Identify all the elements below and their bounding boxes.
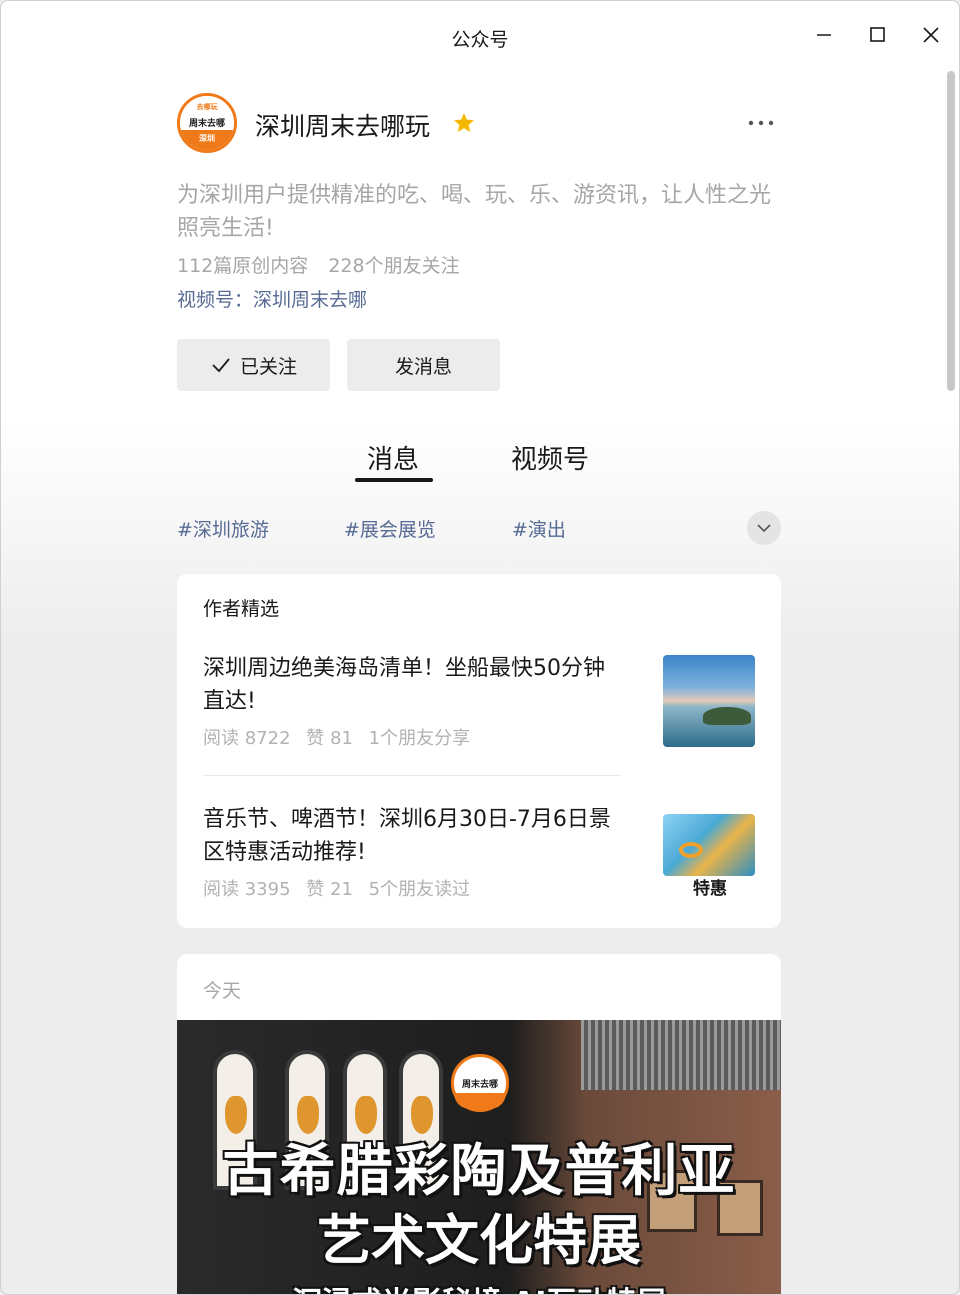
article-item[interactable]: 深圳周边绝美海岛清单！坐船最快50分钟直达! 阅读 8722 赞 81 1个朋友… xyxy=(203,652,623,750)
tab-channels[interactable]: 视频号 xyxy=(511,439,589,476)
send-message-label: 发消息 xyxy=(394,355,452,378)
article-reads: 阅读 8722 xyxy=(203,728,291,749)
article-social: 1个朋友分享 xyxy=(368,728,471,749)
account-stats: 112篇原创内容 228个朋友关注 xyxy=(177,251,474,278)
today-label: 今天 xyxy=(203,980,242,1002)
close-button[interactable] xyxy=(915,19,947,51)
article-likes: 赞 81 xyxy=(306,728,353,749)
expand-tags-button[interactable] xyxy=(747,511,781,545)
close-icon xyxy=(923,27,939,43)
banner-logo-text: 周末去哪 xyxy=(461,1080,498,1090)
original-count: 112篇原创内容 xyxy=(177,255,309,277)
article-title[interactable]: 深圳周边绝美海岛清单！坐船最快50分钟直达! xyxy=(203,652,623,718)
thumbnail-label: 特惠 xyxy=(693,879,727,899)
article-meta: 阅读 8722 赞 81 1个朋友分享 xyxy=(203,724,623,750)
article-cover-banner[interactable]: 周末去哪 古希腊彩陶及普利亚 艺术文化特展 沉浸式光影秘境 AI互动特展 xyxy=(177,1020,781,1294)
article-reads: 阅读 3395 xyxy=(203,879,291,900)
avatar-bottom-text: 深圳 xyxy=(180,130,234,150)
island-shape xyxy=(703,707,751,725)
tab-messages[interactable]: 消息 xyxy=(367,439,419,476)
avatar-mid-text: 周末去哪 xyxy=(180,116,234,130)
check-icon xyxy=(212,358,230,373)
float-ring-shape xyxy=(679,842,703,858)
channel-link[interactable]: 视频号：深圳周末去哪 xyxy=(177,285,367,312)
followed-label: 已关注 xyxy=(239,355,297,378)
scrollbar-thumb[interactable] xyxy=(947,71,955,391)
article-thumbnail-island[interactable] xyxy=(663,655,755,747)
active-tab-indicator xyxy=(355,478,433,482)
banner-title-line2: 艺术文化特展 xyxy=(317,1209,641,1272)
article-meta: 阅读 3395 赞 21 5个朋友读过 xyxy=(203,875,623,901)
star-icon[interactable] xyxy=(452,111,476,135)
featured-header: 作者精选 xyxy=(203,598,280,620)
article-social: 5个朋友读过 xyxy=(368,879,471,900)
friends-following: 228个朋友关注 xyxy=(328,255,460,277)
today-card: 今天 周末去哪 古希腊彩陶及普利亚 艺术文化特展 沉浸式光影秘境 AI互动特展 xyxy=(177,954,781,1294)
account-description: 为深圳用户提供精准的吃、喝、玩、乐、游资讯，让人性之光照亮生活! xyxy=(177,183,772,241)
tag-exhibitions[interactable]: #展会展览 xyxy=(344,515,436,542)
account-avatar[interactable]: 去哪玩 周末去哪 深圳 xyxy=(177,93,237,153)
ceiling-stripes xyxy=(581,1020,781,1090)
minimize-button[interactable] xyxy=(808,19,840,51)
maximize-button[interactable] xyxy=(861,19,893,51)
send-message-button[interactable]: 发消息 xyxy=(347,339,500,391)
banner-logo: 周末去哪 xyxy=(451,1054,509,1112)
title-bar: 公众号 xyxy=(1,1,959,69)
article-likes: 赞 21 xyxy=(306,879,353,900)
window: 公众号 去哪玩 周末去哪 深圳 深圳周末去哪玩 为深圳用户提供精准的吃、喝、玩、… xyxy=(0,0,960,1295)
followed-button[interactable]: 已关注 xyxy=(177,339,330,391)
banner-logo-band xyxy=(454,1093,506,1109)
banner-title-line3: 沉浸式光影秘境 AI互动特展 xyxy=(177,1278,781,1294)
tag-shows[interactable]: #演出 xyxy=(512,515,566,542)
divider xyxy=(203,775,621,776)
minimize-icon xyxy=(817,34,831,36)
tag-shenzhen-travel[interactable]: #深圳旅游 xyxy=(177,515,269,542)
banner-title-line1: 古希腊彩陶及普利亚 xyxy=(222,1139,736,1204)
article-title[interactable]: 音乐节、啤酒节！深圳6月30日-7月6日景区特惠活动推荐! xyxy=(203,803,623,869)
maximize-icon xyxy=(870,27,885,42)
account-name: 深圳周末去哪玩 xyxy=(255,112,431,141)
article-item[interactable]: 音乐节、啤酒节！深圳6月30日-7月6日景区特惠活动推荐! 阅读 3395 赞 … xyxy=(203,803,623,901)
avatar-top-text: 去哪玩 xyxy=(180,96,234,118)
more-options-icon[interactable] xyxy=(745,111,777,135)
featured-card: 作者精选 深圳周边绝美海岛清单！坐船最快50分钟直达! 阅读 8722 赞 81… xyxy=(177,574,781,928)
chevron-down-icon xyxy=(757,524,771,533)
article-thumbnail-waterpark[interactable] xyxy=(663,814,755,876)
